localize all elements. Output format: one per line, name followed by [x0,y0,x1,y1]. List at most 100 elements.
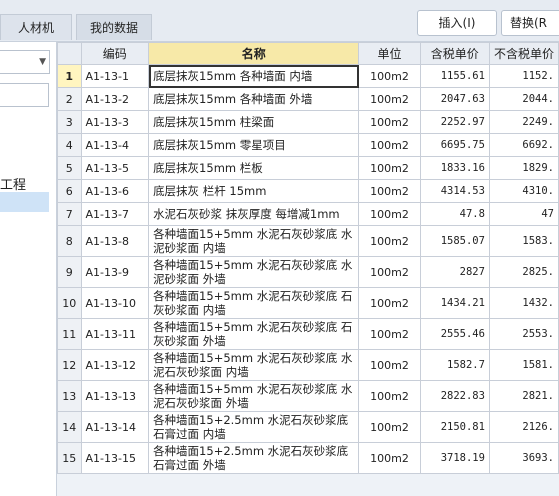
table-row[interactable]: 7 A1-13-7 水泥石灰砂浆 抹灰厚度 每增减1mm 100m2 47.8 47 [57,202,559,226]
cell-notax-price[interactable]: 2126. [488,411,559,443]
cell-tax-price[interactable]: 6695.75 [419,133,490,157]
cell-name[interactable]: 底层抹灰15mm 零星项目 [148,133,360,157]
header-code[interactable]: 编码 [80,42,150,65]
cell-tax-price[interactable]: 2047.63 [419,87,490,111]
tree-item-label[interactable]: 工程 [0,174,26,193]
tab-my-data[interactable]: 我的数据 [76,14,152,40]
cell-name[interactable]: 各种墙面15+5mm 水泥石灰砂浆底 石灰砂浆面 外墙 [148,318,360,350]
cell-unit[interactable]: 100m2 [358,133,421,157]
row-number[interactable]: 2 [57,87,82,111]
cell-name[interactable]: 水泥石灰砂浆 抹灰厚度 每增减1mm [148,202,360,226]
cell-unit[interactable]: 100m2 [358,179,421,203]
cell-tax-price[interactable]: 1585.07 [419,225,490,257]
cell-code[interactable]: A1-13-8 [80,225,150,257]
cell-tax-price[interactable]: 2827 [419,256,490,288]
cell-unit[interactable]: 100m2 [358,225,421,257]
row-number[interactable]: 11 [57,318,82,350]
cell-name[interactable]: 各种墙面15+5mm 水泥石灰砂浆底 水泥石灰砂浆面 内墙 [148,349,360,381]
row-number[interactable]: 6 [57,179,82,203]
category-dropdown[interactable]: ▼ [0,50,50,74]
row-number[interactable]: 12 [57,349,82,381]
table-row[interactable]: 14 A1-13-14 各种墙面15+2.5mm 水泥石灰砂浆底 石膏过面 内墙 10… [57,411,559,443]
cell-code[interactable]: A1-13-10 [80,287,150,319]
cell-unit[interactable]: 100m2 [358,202,421,226]
cell-unit[interactable]: 100m2 [358,349,421,381]
row-number[interactable]: 5 [57,156,82,180]
table-row[interactable]: 8 A1-13-8 各种墙面15+5mm 水泥石灰砂浆底 水泥砂浆面 内墙 100m2… [57,225,559,257]
cell-tax-price[interactable]: 2150.81 [419,411,490,443]
table-row[interactable]: 15 A1-13-15 各种墙面15+2.5mm 水泥石灰砂浆底 石膏过面 外墙 10… [57,442,559,474]
table-row[interactable]: 2 A1-13-2 底层抹灰15mm 各种墙面 外墙 100m2 2047.63 2044… [57,87,559,111]
replace-button[interactable]: 替换(R [501,10,559,36]
cell-name[interactable]: 底层抹灰 栏杆 15mm [148,179,360,203]
cell-unit[interactable]: 100m2 [358,156,421,180]
cell-code[interactable]: A1-13-14 [80,411,150,443]
cell-notax-price[interactable]: 3693. [488,442,559,474]
row-number[interactable]: 7 [57,202,82,226]
cell-notax-price[interactable]: 4310. [488,179,559,203]
table-row[interactable]: 1 A1-13-1 底层抹灰15mm 各种墙面 内墙 100m2 1155.61 1152… [57,64,559,88]
cell-unit[interactable]: 100m2 [358,87,421,111]
cell-code[interactable]: A1-13-4 [80,133,150,157]
cell-notax-price[interactable]: 2821. [488,380,559,412]
table-row[interactable]: 4 A1-13-4 底层抹灰15mm 零星项目 100m2 6695.75 6692. [57,133,559,157]
row-number[interactable]: 15 [57,442,82,474]
cell-unit[interactable]: 100m2 [358,411,421,443]
cell-tax-price[interactable]: 1434.21 [419,287,490,319]
cell-unit[interactable]: 100m2 [358,64,421,88]
cell-tax-price[interactable]: 2252.97 [419,110,490,134]
row-number[interactable]: 8 [57,225,82,257]
cell-name[interactable]: 底层抹灰15mm 各种墙面 外墙 [148,87,360,111]
cell-unit[interactable]: 100m2 [358,318,421,350]
table-row[interactable]: 12 A1-13-12 各种墙面15+5mm 水泥石灰砂浆底 水泥石灰砂浆面 内墙 1… [57,349,559,381]
cell-unit[interactable]: 100m2 [358,287,421,319]
cell-code[interactable]: A1-13-15 [80,442,150,474]
cell-code[interactable]: A1-13-6 [80,179,150,203]
cell-notax-price[interactable]: 1152. [488,64,559,88]
cell-tax-price[interactable]: 1155.61 [419,64,490,88]
row-number[interactable]: 9 [57,256,82,288]
cell-tax-price[interactable]: 4314.53 [419,179,490,203]
row-number[interactable]: 10 [57,287,82,319]
table-row[interactable]: 10 A1-13-10 各种墙面15+5mm 水泥石灰砂浆底 石灰砂浆面 内墙 100… [57,287,559,319]
cell-notax-price[interactable]: 6692. [488,133,559,157]
header-tax-price[interactable]: 含税单价 [419,42,490,65]
cell-code[interactable]: A1-13-1 [80,64,150,88]
cell-code[interactable]: A1-13-11 [80,318,150,350]
table-row[interactable]: 3 A1-13-3 底层抹灰15mm 柱梁面 100m2 2252.97 2249. [57,110,559,134]
cell-notax-price[interactable]: 47 [488,202,559,226]
header-name[interactable]: 名称 [148,42,360,65]
cell-notax-price[interactable]: 2044. [488,87,559,111]
header-notax-price[interactable]: 不含税单价 [488,42,559,65]
table-row[interactable]: 6 A1-13-6 底层抹灰 栏杆 15mm 100m2 4314.53 4310. [57,179,559,203]
cell-code[interactable]: A1-13-2 [80,87,150,111]
cell-code[interactable]: A1-13-5 [80,156,150,180]
cell-code[interactable]: A1-13-7 [80,202,150,226]
table-row[interactable]: 9 A1-13-9 各种墙面15+5mm 水泥石灰砂浆底 水泥砂浆面 外墙 100m2… [57,256,559,288]
table-row[interactable]: 5 A1-13-5 底层抹灰15mm 栏板 100m2 1833.16 1829. [57,156,559,180]
cell-name[interactable]: 各种墙面15+5mm 水泥石灰砂浆底 水泥砂浆面 外墙 [148,256,360,288]
cell-name[interactable]: 底层抹灰15mm 各种墙面 内墙 [148,64,360,88]
cell-name[interactable]: 各种墙面15+2.5mm 水泥石灰砂浆底 石膏过面 外墙 [148,442,360,474]
cell-unit[interactable]: 100m2 [358,380,421,412]
cell-tax-price[interactable]: 47.8 [419,202,490,226]
row-number[interactable]: 14 [57,411,82,443]
cell-name[interactable]: 各种墙面15+5mm 水泥石灰砂浆底 水泥砂浆面 内墙 [148,225,360,257]
cell-code[interactable]: A1-13-12 [80,349,150,381]
cell-unit[interactable]: 100m2 [358,256,421,288]
tree-item-selected[interactable] [0,192,49,212]
cell-code[interactable]: A1-13-3 [80,110,150,134]
table-row[interactable]: 13 A1-13-13 各种墙面15+5mm 水泥石灰砂浆底 水泥石灰砂浆面 外墙 1… [57,380,559,412]
cell-tax-price[interactable]: 1833.16 [419,156,490,180]
table-row[interactable]: 11 A1-13-11 各种墙面15+5mm 水泥石灰砂浆底 石灰砂浆面 外墙 100… [57,318,559,350]
cell-notax-price[interactable]: 1583. [488,225,559,257]
row-number[interactable]: 13 [57,380,82,412]
cell-unit[interactable]: 100m2 [358,442,421,474]
cell-notax-price[interactable]: 2825. [488,256,559,288]
cell-name[interactable]: 各种墙面15+5mm 水泥石灰砂浆底 石灰砂浆面 内墙 [148,287,360,319]
tab-labor-material-machine[interactable]: 人材机 [0,14,72,40]
header-unit[interactable]: 单位 [358,42,421,65]
cell-name[interactable]: 底层抹灰15mm 栏板 [148,156,360,180]
cell-notax-price[interactable]: 1829. [488,156,559,180]
cell-name[interactable]: 各种墙面15+2.5mm 水泥石灰砂浆底 石膏过面 内墙 [148,411,360,443]
